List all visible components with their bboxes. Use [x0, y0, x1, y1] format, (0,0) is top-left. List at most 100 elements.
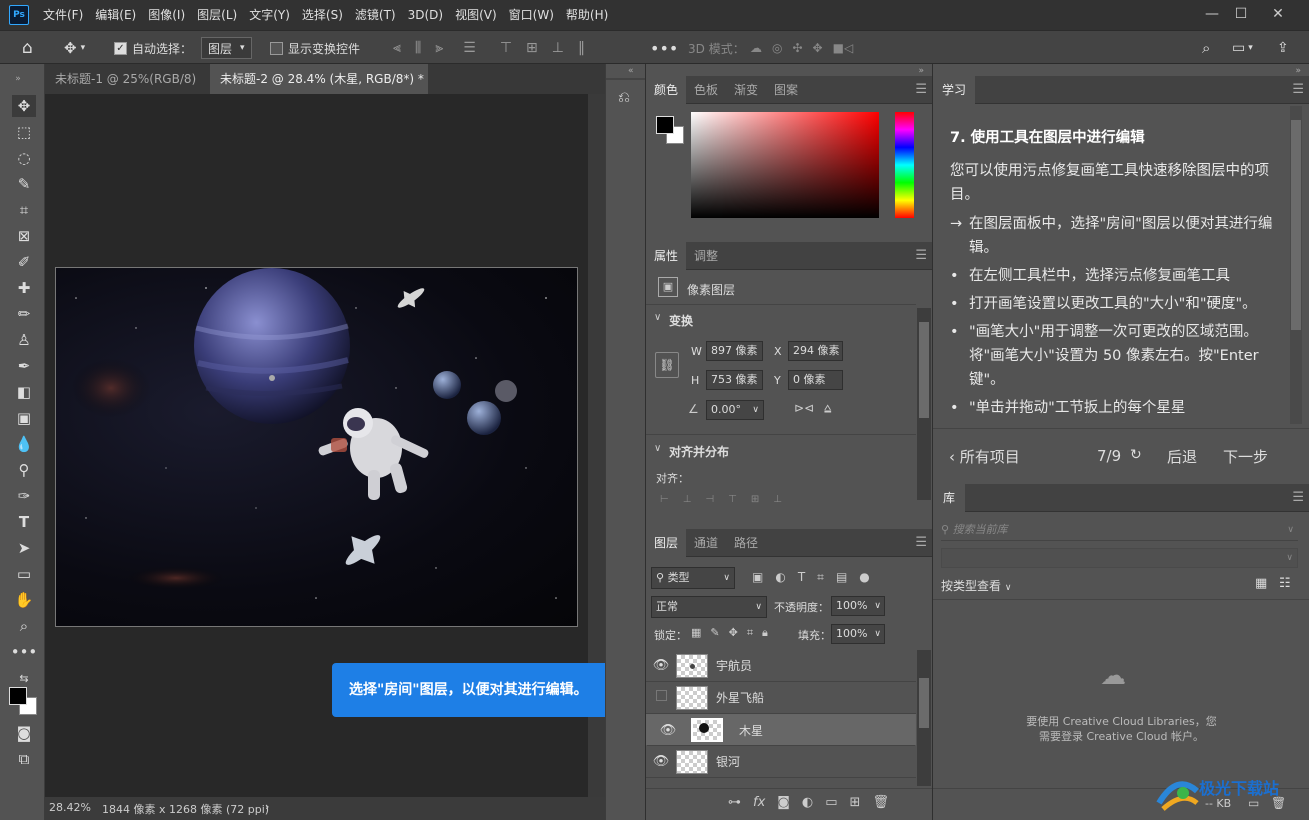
tab-gradients[interactable]: 渐变	[726, 76, 766, 104]
learn-scrollbar[interactable]	[1290, 106, 1302, 424]
tab-learn[interactable]: 学习	[933, 76, 976, 104]
menu-3d[interactable]: 3D(D)	[402, 0, 449, 30]
width-field[interactable]: 897 像素	[706, 341, 763, 361]
move-tool-icon[interactable]: ✥	[12, 95, 36, 117]
y-field[interactable]: 0 像素	[788, 370, 843, 390]
align-center-icon[interactable]: ⫼	[415, 40, 421, 56]
layer-row-astronaut[interactable]: 👁︎ 宇航员	[646, 650, 916, 682]
minimize-button[interactable]: —	[1199, 4, 1225, 24]
layer-filter-dropdown[interactable]: ⚲ 类型 ∨	[651, 567, 735, 589]
eraser-tool-icon[interactable]: ◧	[12, 381, 36, 403]
properties-scrollbar[interactable]	[917, 308, 931, 500]
eye-icon[interactable]: 👁︎	[653, 723, 683, 738]
grid-view-icon[interactable]: ▦	[1255, 576, 1267, 591]
history-brush-tool-icon[interactable]: ✒	[12, 355, 36, 377]
panel-menu-icon[interactable]: ☰	[1292, 484, 1304, 512]
view-by-type-dropdown[interactable]: 按类型查看 ∨	[941, 577, 1011, 594]
healing-brush-tool-icon[interactable]: ✚	[12, 277, 36, 299]
document-canvas-image[interactable]	[55, 267, 578, 627]
library-select[interactable]: ∨	[941, 548, 1298, 568]
show-transform-checkbox[interactable]	[270, 41, 283, 55]
next-button[interactable]: 下一步	[1223, 446, 1268, 467]
flip-horizontal-icon[interactable]: ⊳⊲	[794, 401, 814, 415]
auto-select-dropdown[interactable]: 图层 ▾	[201, 37, 252, 59]
doc-tab-1[interactable]: 未标题-1 @ 25%(RGB/8) ×	[45, 64, 210, 116]
layer-row-galaxy[interactable]: 👁︎ 银河	[646, 746, 916, 778]
doc-tab-2[interactable]: 未标题-2 @ 28.4% (木星, RGB/8*) * ×	[210, 64, 428, 116]
align-middle-icon[interactable]: ⊞	[526, 40, 538, 56]
link-layers-icon[interactable]: ⊶	[728, 795, 741, 810]
x-field[interactable]: 294 像素	[788, 341, 843, 361]
all-items-link[interactable]: ‹ 所有项目	[949, 446, 1020, 467]
tab-paths[interactable]: 路径	[726, 529, 766, 557]
zoom-tool-icon[interactable]: ⌕	[12, 615, 36, 637]
move-tool-preset-icon[interactable]: ✥ ▾	[64, 31, 85, 65]
eye-icon[interactable]: 👁︎	[646, 754, 676, 769]
frame-tool-icon[interactable]: ⊠	[12, 225, 36, 247]
menu-select[interactable]: 选择(S)	[296, 0, 349, 30]
swap-colors-icon[interactable]: ⇆	[12, 667, 36, 689]
brush-tool-icon[interactable]: ✏	[12, 303, 36, 325]
clone-stamp-tool-icon[interactable]: ♙	[12, 329, 36, 351]
align-bottom-icon[interactable]: ⊥	[552, 40, 564, 56]
search-icon[interactable]: ⌕	[1202, 31, 1210, 65]
adjustment-layer-icon[interactable]: ◐	[802, 795, 813, 810]
auto-select-checkbox[interactable]: ✓	[114, 41, 127, 55]
lock-artboard-icon[interactable]: ⌗	[747, 626, 753, 640]
history-panel-icon[interactable]: ⎌	[618, 88, 630, 106]
hue-slider[interactable]	[895, 112, 914, 218]
distribute-v-icon[interactable]: ‖	[578, 40, 585, 56]
menu-view[interactable]: 视图(V)	[449, 0, 503, 30]
filter-shape-icon[interactable]: ⌗	[817, 570, 824, 585]
tab-properties[interactable]: 属性	[646, 242, 687, 270]
delete-layer-icon[interactable]: 🗑︎	[872, 795, 889, 810]
fill-field[interactable]: 100% ∨	[831, 624, 885, 644]
collapse-toolbar-icon[interactable]: »	[6, 68, 30, 90]
panel-menu-icon[interactable]: ☰	[1292, 76, 1304, 104]
tab-channels[interactable]: 通道	[686, 529, 726, 557]
lock-position-icon[interactable]: ✥	[729, 626, 738, 640]
workspace-icon[interactable]: ▭ ▾	[1232, 31, 1253, 65]
dodge-tool-icon[interactable]: ⚲	[12, 459, 36, 481]
hand-tool-icon[interactable]: ✋	[12, 589, 36, 611]
eye-icon[interactable]: 👁︎	[646, 658, 676, 673]
add-mask-icon[interactable]: ◙	[777, 795, 790, 810]
menu-edit[interactable]: 编辑(E)	[89, 0, 142, 30]
path-select-tool-icon[interactable]: ➤	[12, 537, 36, 559]
link-dimensions-icon[interactable]: ⛓	[655, 352, 679, 378]
close-window-button[interactable]: ✕	[1265, 4, 1291, 24]
lock-transparent-icon[interactable]: ▦	[691, 626, 701, 640]
3d-orbit-icon[interactable]: ☁	[750, 41, 762, 55]
color-foreground-swatch[interactable]	[656, 116, 674, 134]
layer-row-jupiter[interactable]: 👁︎ 木星	[646, 714, 916, 746]
status-menu-arrow-icon[interactable]: ›	[265, 800, 269, 813]
opacity-field[interactable]: 100% ∨	[831, 596, 885, 616]
crop-tool-icon[interactable]: ⌗	[12, 199, 36, 221]
screen-mode-icon[interactable]: ⧉	[12, 748, 36, 770]
tab-patterns[interactable]: 图案	[766, 76, 806, 104]
restart-icon[interactable]: ↻	[1130, 447, 1142, 463]
foreground-color-swatch[interactable]	[9, 687, 27, 705]
filter-smart-icon[interactable]: ▤	[836, 570, 847, 585]
library-search[interactable]: ⚲ 搜索当前库 ∨	[941, 519, 1298, 541]
marquee-tool-icon[interactable]: ⬚	[12, 121, 36, 143]
transform-chevron-icon[interactable]: ∨	[654, 312, 661, 323]
3d-pan-icon[interactable]: ✣	[792, 41, 802, 55]
flip-vertical-icon[interactable]: ⩠	[824, 401, 831, 416]
rectangle-tool-icon[interactable]: ▭	[12, 563, 36, 585]
zoom-level[interactable]: 28.42%	[49, 801, 91, 814]
align-right-icon[interactable]: ⫸	[435, 40, 443, 56]
distribute-icon[interactable]: ☰	[463, 40, 476, 56]
filter-adjustment-icon[interactable]: ◐	[775, 570, 785, 585]
gradient-tool-icon[interactable]: ▣	[12, 407, 36, 429]
layer-row-alien-ship[interactable]: 外星飞船	[646, 682, 916, 714]
tab-swatches[interactable]: 色板	[686, 76, 726, 104]
more-options-icon[interactable]: •••	[650, 31, 678, 65]
tab-adjustments[interactable]: 调整	[686, 242, 726, 270]
eyedropper-tool-icon[interactable]: ✐	[12, 251, 36, 273]
blur-tool-icon[interactable]: 💧	[12, 433, 36, 455]
menu-type[interactable]: 文字(Y)	[243, 0, 296, 30]
panel-menu-icon[interactable]: ☰	[915, 529, 927, 557]
menu-filter[interactable]: 滤镜(T)	[349, 0, 402, 30]
align-chevron-icon[interactable]: ∨	[654, 443, 661, 454]
